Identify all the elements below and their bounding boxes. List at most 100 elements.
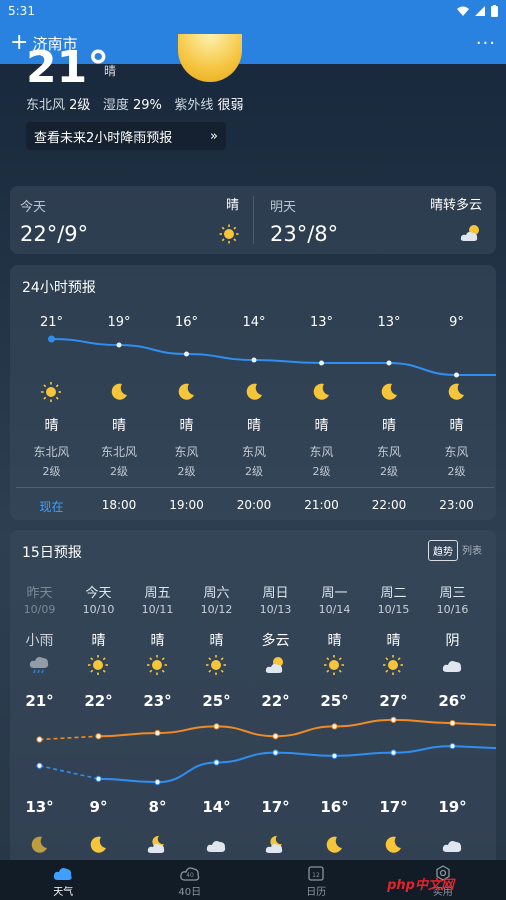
hourly-time: 20:00 (236, 498, 272, 512)
sun-icon (323, 654, 345, 680)
more-icon[interactable]: ··· (476, 33, 496, 54)
hourly-wind: 东北风 (33, 445, 70, 459)
hourly-forecast-card[interactable]: 24小时预报 21° 晴东北风 2级 现在 19° 晴东北风 2级 18:00 16° 晴东风 2级… (10, 265, 496, 520)
moon-icon (382, 834, 404, 860)
hourly-wind-level: 2级 (380, 465, 398, 478)
daily-low-line-point (95, 775, 102, 782)
hourly-temp-point (116, 342, 122, 348)
tab-weather[interactable]: 天气 (0, 860, 127, 900)
daily-date: 10/09 (23, 603, 56, 616)
daily-weekday: 周一 (321, 586, 348, 601)
partly-cloudy-icon (264, 654, 286, 680)
daily-weekday: 周三 (439, 586, 466, 601)
humidity-value: 29% (133, 98, 162, 113)
daily-low-line-past-segment (39, 764, 99, 780)
hourly-wind-level: 2级 (447, 465, 466, 478)
hourly-time: 现在 (39, 500, 64, 514)
battery-icon (491, 5, 498, 17)
daily-low: 19° (438, 798, 467, 816)
hourly-wind: 东风 (174, 445, 199, 459)
daily-condition: 晴 (209, 633, 224, 649)
daily-low: 9° (89, 798, 108, 816)
hourly-temp: 13° (377, 315, 401, 330)
daily-low: 8° (148, 798, 167, 816)
daily-high: 22° (261, 692, 290, 710)
daily-high-line-point (449, 720, 456, 727)
tomorrow-range: 23°/8° (270, 222, 339, 246)
status-bar: 5:31 (0, 0, 506, 22)
tomorrow-condition: 晴转多云 (429, 198, 482, 213)
hourly-wind-level: 2级 (110, 465, 128, 478)
current-temperature: 21° (26, 42, 110, 93)
cloud-icon (205, 834, 227, 860)
daily-low-line (98, 745, 496, 784)
hourly-condition: 晴 (449, 418, 464, 434)
hourly-condition: 晴 (382, 418, 396, 434)
humidity-label: 湿度 (102, 98, 129, 113)
tab-calendar-label: 日历 (306, 887, 327, 898)
daily-weekday: 周六 (203, 586, 230, 601)
weather-cloud-icon (54, 868, 72, 880)
daily-low-line-point (154, 779, 161, 786)
hourly-wind: 东风 (309, 445, 334, 459)
daily-low: 16° (320, 798, 349, 816)
hourly-temp-point (48, 335, 55, 343)
daily-high-line-point (390, 716, 397, 723)
daily-forecast-card[interactable]: 15日预报 趋势 列表 昨天 10/09 小雨 21° 13° 今天 10/10 晴 22° 9°… (10, 530, 496, 870)
daily-high: 21° (25, 692, 54, 710)
hourly-temp: 16° (174, 315, 199, 330)
wind-label: 东北风 (26, 98, 66, 113)
daily-high-line-point (95, 733, 102, 740)
daily-date: 10/13 (259, 603, 292, 616)
moon-icon (323, 834, 345, 860)
daily-date: 10/15 (377, 603, 410, 616)
today-summary[interactable]: 今天 晴 22°/9° (10, 186, 253, 254)
daily-condition: 晴 (386, 633, 401, 649)
daily-high: 27° (379, 692, 408, 710)
daily-high: 26° (438, 692, 467, 710)
tomorrow-summary[interactable]: 明天 晴转多云 23°/8° (260, 186, 496, 254)
daily-weekday: 周五 (144, 586, 171, 601)
moon-icon (310, 381, 332, 407)
rain-forecast-button[interactable]: 查看未来2小时降雨预报 » (26, 122, 226, 150)
daily-low: 17° (261, 798, 290, 816)
moon-icon (378, 381, 400, 407)
daily-weekday: 周日 (262, 586, 289, 601)
hourly-wind: 东风 (241, 445, 266, 459)
daily-weekday: 昨天 (26, 586, 53, 601)
hourly-condition: 晴 (314, 418, 329, 434)
card-divider (253, 196, 254, 244)
daily-high-line-point (213, 723, 220, 730)
daily-low-line-point (390, 749, 397, 756)
daily-high-line-point (154, 729, 161, 737)
tab-calendar[interactable]: 12 日历 (253, 860, 380, 900)
hourly-condition: 晴 (247, 418, 261, 434)
hourly-condition: 晴 (179, 418, 194, 434)
tab-forty-day[interactable]: 40 40日 (127, 860, 254, 900)
daily-low-line-point (36, 762, 43, 769)
daily-low-line-point (331, 752, 338, 760)
moon-icon (445, 381, 467, 407)
partly-cloudy-night-icon (264, 834, 286, 860)
uv-value: 很弱 (217, 98, 244, 113)
cloud-icon (441, 654, 463, 680)
daily-date: 10/12 (200, 603, 233, 616)
hourly-temp-point (386, 360, 392, 366)
wifi-icon (457, 6, 469, 16)
today-tomorrow-card[interactable]: 今天 晴 22°/9° 明天 晴转多云 23°/8° (10, 186, 496, 254)
hourly-time: 19:00 (169, 498, 204, 512)
tab-forty-day-label: 40日 (178, 887, 202, 898)
sun-icon (219, 224, 239, 248)
forty-day-badge: 40 (186, 872, 194, 879)
hourly-temp-point (251, 357, 257, 363)
current-condition: 晴 (104, 64, 117, 78)
calendar-icon: 12 (308, 866, 324, 881)
today-range: 22°/9° (20, 222, 89, 246)
daily-date: 10/14 (318, 603, 351, 616)
forty-day-icon: 40 (179, 867, 199, 881)
hourly-wind: 东风 (444, 445, 469, 459)
current-weather: 21° 晴 东北风 2级 湿度 29% 紫外线 很弱 查看未来2小时降雨预报 » (0, 34, 506, 174)
moon-icon (28, 834, 50, 860)
hourly-wind-level: 2级 (312, 465, 331, 478)
current-details: 东北风 2级 湿度 29% 紫外线 很弱 (26, 94, 243, 113)
